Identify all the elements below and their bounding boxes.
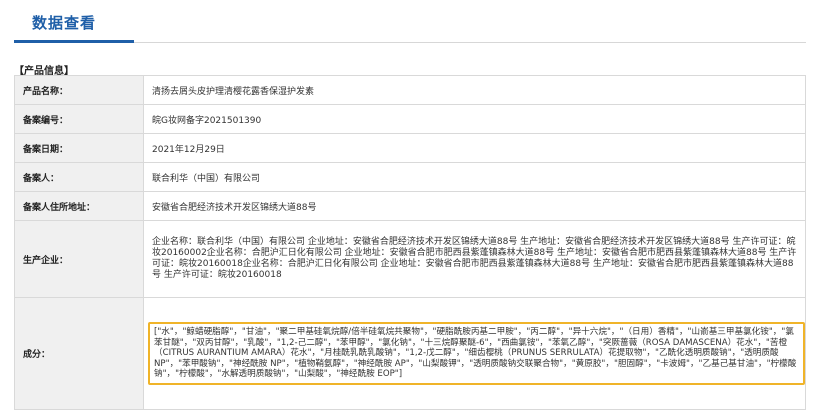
page-title: 数据查看: [32, 14, 97, 32]
table-row: 成分： ["水"，"鲸蜡硬脂醇"，"甘油"，"聚二甲基硅氧烷醇/倍半硅氧烷共聚物…: [14, 297, 806, 410]
table-row: 备案日期： 2021年12月29日: [14, 133, 806, 163]
manufacturer-value: 企业名称：联合利华（中国）有限公司 企业地址：安徽省合肥经济技术开发区锦绣大道8…: [143, 220, 806, 298]
row-label: 备案人：: [14, 162, 144, 192]
table-row: 产品名称： 清扬去屑头皮护理清樱花露香保湿护发素: [14, 75, 806, 105]
page-header: 数据查看: [0, 0, 820, 46]
row-label: 产品名称：: [14, 75, 144, 105]
table-row: 备案人： 联合利华（中国）有限公司: [14, 162, 806, 192]
row-label: 备案日期：: [14, 133, 144, 163]
ingredients-cell: ["水"，"鲸蜡硬脂醇"，"甘油"，"聚二甲基硅氧烷醇/倍半硅氧烷共聚物"，"硬…: [143, 297, 806, 410]
filing-number-value: 皖G妆网备字2021501390: [143, 104, 806, 134]
ingredients-highlight-box: ["水"，"鲸蜡硬脂醇"，"甘油"，"聚二甲基硅氧烷醇/倍半硅氧烷共聚物"，"硬…: [148, 322, 805, 385]
product-info-table: 产品名称： 清扬去屑头皮护理清樱花露香保湿护发素 备案编号： 皖G妆网备字202…: [14, 75, 806, 410]
table-row: 生产企业： 企业名称：联合利华（中国）有限公司 企业地址：安徽省合肥经济技术开发…: [14, 220, 806, 298]
row-label: 生产企业：: [14, 220, 144, 298]
table-row: 备案人住所地址： 安徽省合肥经济技术开发区锦绣大道88号: [14, 191, 806, 221]
filer-address-value: 安徽省合肥经济技术开发区锦绣大道88号: [143, 191, 806, 221]
row-label: 成分：: [14, 297, 144, 410]
filer-value: 联合利华（中国）有限公司: [143, 162, 806, 192]
row-label: 备案编号：: [14, 104, 144, 134]
product-name-value: 清扬去屑头皮护理清樱花露香保湿护发素: [143, 75, 806, 105]
table-row: 备案编号： 皖G妆网备字2021501390: [14, 104, 806, 134]
row-label: 备案人住所地址：: [14, 191, 144, 221]
filing-date-value: 2021年12月29日: [143, 133, 806, 163]
active-tab-underline: [14, 40, 134, 43]
